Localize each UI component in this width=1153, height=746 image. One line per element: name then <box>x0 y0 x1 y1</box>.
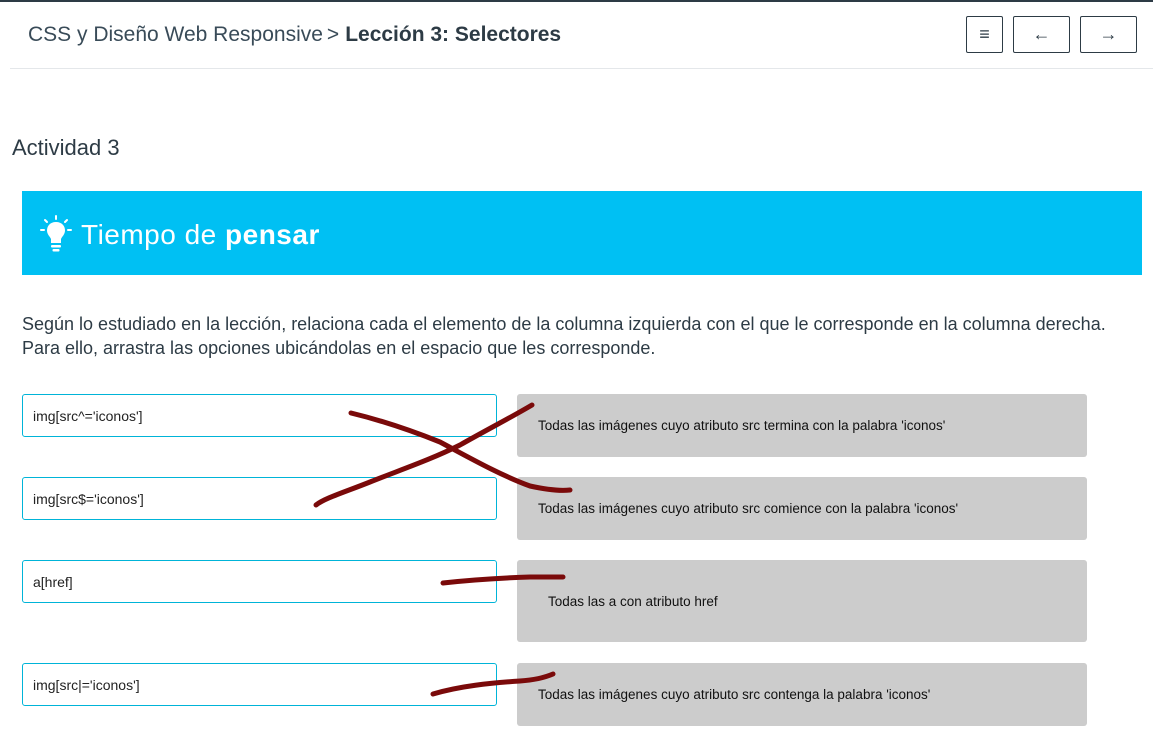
hamburger-icon: ≡ <box>979 24 990 44</box>
banner-title-light: Tiempo de <box>81 219 217 250</box>
drop-zone-label: Todas las imágenes cuyo atributo src ter… <box>538 418 946 433</box>
breadcrumb-current: Lección 3: Selectores <box>345 23 562 46</box>
previous-button[interactable]: ← <box>1013 16 1070 53</box>
instructions: Según lo estudiado en la lección, relaci… <box>22 314 1106 358</box>
drop-zone-label: Todas las a con atributo href <box>548 594 718 609</box>
banner-title-bold: pensar <box>225 219 320 250</box>
drop-zone[interactable]: Todas las imágenes cuyo atributo src ter… <box>517 394 1087 457</box>
menu-button[interactable]: ≡ <box>966 16 1003 53</box>
drop-zone-label: Todas las imágenes cuyo atributo src com… <box>538 501 959 516</box>
think-banner: Tiempo de pensar <box>22 191 1142 275</box>
banner-title: Tiempo de pensar <box>81 219 320 251</box>
header: CSS y Diseño Web Responsive > Lección 3: S… <box>10 2 1153 69</box>
drag-option[interactable]: img[src$='iconos'] <box>22 477 497 520</box>
activity-title: Actividad 3 <box>12 135 120 160</box>
drop-zone[interactable]: Todas las imágenes cuyo atributo src com… <box>517 477 1087 540</box>
arrow-right-icon: → <box>1099 24 1118 44</box>
next-button[interactable]: → <box>1080 16 1137 53</box>
breadcrumb-separator: > <box>326 23 340 46</box>
arrow-left-icon: ← <box>1032 24 1051 44</box>
drag-option[interactable]: img[src|='iconos'] <box>22 663 497 706</box>
drop-zone[interactable]: Todas las imágenes cuyo atributo src con… <box>517 663 1087 726</box>
drop-zone-label: Todas las imágenes cuyo atributo src con… <box>538 687 931 702</box>
lightbulb-icon <box>40 215 72 252</box>
breadcrumb-course[interactable]: CSS y Diseño Web Responsive <box>28 23 323 46</box>
breadcrumb: CSS y Diseño Web Responsive > Lección 3: S… <box>28 23 561 47</box>
drag-option[interactable]: img[src^='iconos'] <box>22 394 497 437</box>
drag-option[interactable]: a[href] <box>22 560 497 603</box>
drop-zone[interactable]: Todas las a con atributo href <box>517 560 1087 642</box>
